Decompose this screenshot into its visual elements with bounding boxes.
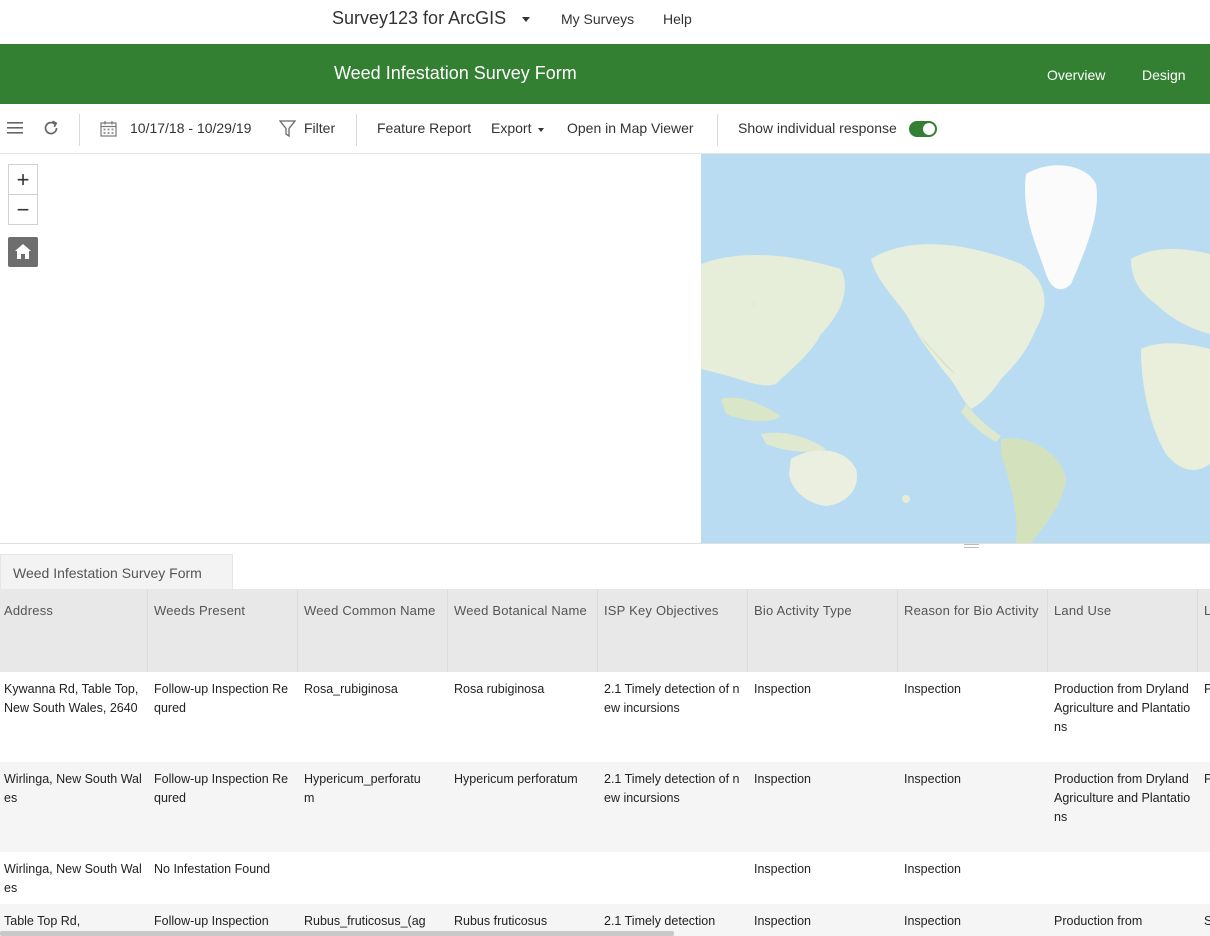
column-header-truncated[interactable]: L [1198,589,1210,672]
cell-weed-botanical-name: Rosa rubiginosa [454,682,545,696]
show-individual-toggle[interactable] [909,121,937,137]
column-header-isp-key-objectives[interactable]: ISP Key Objectives [598,589,748,672]
app-menu-caret-icon[interactable] [522,17,530,22]
column-header-land-use[interactable]: Land Use [1048,589,1198,672]
column-header-reason-for-bio-activity[interactable]: Reason for Bio Activity [898,589,1048,672]
world-map-image [701,154,1210,543]
data-toolbar: 10/17/18 - 10/29/19 Filter Feature Repor… [0,104,1210,154]
filter-button[interactable]: Filter [304,120,335,136]
cell-isp-key-objectives: 2.1 Timely detection of new incursions [604,772,740,805]
cell-weed-botanical-name: Hypericum perforatum [454,772,578,786]
table-row[interactable]: Kywanna Rd, Table Top, New South Wales, … [0,672,1210,762]
refresh-icon[interactable] [42,119,60,137]
home-button[interactable] [8,237,38,267]
app-title[interactable]: Survey123 for ArcGIS [332,8,506,29]
calendar-icon[interactable] [100,120,117,137]
column-header-address[interactable]: Address [0,589,148,672]
toggle-knob [923,123,935,135]
cell-bio-activity-type: Inspection [754,772,811,786]
cell-weed-common-name: Rubus_fruticosus_(ag [304,914,426,928]
map-panel: + − [0,154,1210,544]
survey-title: Weed Infestation Survey Form [334,63,577,83]
table-tab-label: Weed Infestation Survey Form [13,565,202,581]
cell-truncated: P [1204,682,1210,696]
horizontal-scrollbar[interactable] [0,931,674,936]
survey-header: Weed Infestation Survey Form Overview De… [0,44,1210,104]
column-header-bio-activity-type[interactable]: Bio Activity Type [748,589,898,672]
zoom-control: + − [8,164,38,225]
cell-weeds-present: Follow-up Inspection Requred [154,682,289,715]
nav-help[interactable]: Help [663,11,692,27]
cell-address: Table Top Rd, [4,914,81,928]
home-icon [15,244,31,259]
world-basemap[interactable] [701,154,1210,543]
cell-truncated [1198,852,1210,860]
menu-icon[interactable] [7,121,23,135]
nav-my-surveys[interactable]: My Surveys [561,11,634,27]
cell-weed-botanical-name [448,852,598,860]
cell-weed-common-name [298,852,448,860]
tab-overview[interactable]: Overview [1047,67,1105,83]
table-row[interactable]: Wirlinga, New South Wales Follow-up Insp… [0,762,1210,852]
table-row[interactable]: Wirlinga, New South Wales No Infestation… [0,852,1210,904]
zoom-out-button[interactable]: − [9,195,37,225]
column-header-weed-common-name[interactable]: Weed Common Name [298,589,448,672]
column-header-weeds-present[interactable]: Weeds Present [148,589,298,672]
cell-weeds-present: No Infestation Found [154,862,271,876]
cell-weed-common-name: Hypericum_perforatu m [304,772,421,805]
feature-report-button[interactable]: Feature Report [377,120,471,136]
toolbar-divider [79,114,80,146]
cell-truncated: P [1204,772,1210,786]
cell-reason-for-bio-activity: Inspection [904,862,961,876]
cell-land-use: Production from [1054,914,1143,928]
zoom-in-button[interactable]: + [9,165,37,195]
cell-bio-activity-type: Inspection [754,862,811,876]
cell-land-use: Production from Dryland Agriculture and … [1054,772,1192,824]
table-tab[interactable]: Weed Infestation Survey Form [0,554,233,590]
top-nav: Survey123 for ArcGIS My Surveys Help [0,0,1210,44]
table-header: Address Weeds Present Weed Common Name W… [0,589,1210,672]
cell-isp-key-objectives [598,852,748,860]
cell-land-use [1048,852,1198,860]
cell-reason-for-bio-activity: Inspection [904,772,961,786]
show-individual-label: Show individual response [738,120,897,136]
cell-weed-botanical-name: Rubus fruticosus [454,914,548,928]
date-range[interactable]: 10/17/18 - 10/29/19 [130,120,251,136]
cell-isp-key-objectives: 2.1 Timely detection of new incursions [604,682,740,715]
toolbar-divider [356,114,357,146]
cell-isp-key-objectives: 2.1 Timely detection [604,914,716,928]
cell-weeds-present: Follow-up Inspection Requred [154,772,289,805]
cell-reason-for-bio-activity: Inspection [904,682,961,696]
cell-weeds-present: Follow-up Inspection [154,914,269,928]
column-header-weed-botanical-name[interactable]: Weed Botanical Name [448,589,598,672]
export-caret-icon[interactable] [538,128,544,132]
cell-address: Wirlinga, New South Wales [4,862,142,895]
cell-address: Wirlinga, New South Wales [4,772,142,805]
results-table: Address Weeds Present Weed Common Name W… [0,589,1210,936]
cell-truncated: S [1204,914,1210,928]
toolbar-divider [717,114,718,146]
cell-weed-common-name: Rosa_rubiginosa [304,682,398,696]
open-map-viewer-button[interactable]: Open in Map Viewer [567,120,694,136]
cell-land-use: Production from Dryland Agriculture and … [1054,682,1192,734]
cell-bio-activity-type: Inspection [754,682,811,696]
panel-splitter[interactable] [0,543,1210,544]
export-button[interactable]: Export [491,120,531,136]
filter-icon[interactable] [279,120,296,138]
cell-reason-for-bio-activity: Inspection [904,914,961,928]
cell-bio-activity-type: Inspection [754,914,811,928]
tab-design[interactable]: Design [1142,67,1186,83]
cell-address: Kywanna Rd, Table Top, New South Wales, … [4,682,142,715]
splitter-grip-icon[interactable] [964,544,979,548]
